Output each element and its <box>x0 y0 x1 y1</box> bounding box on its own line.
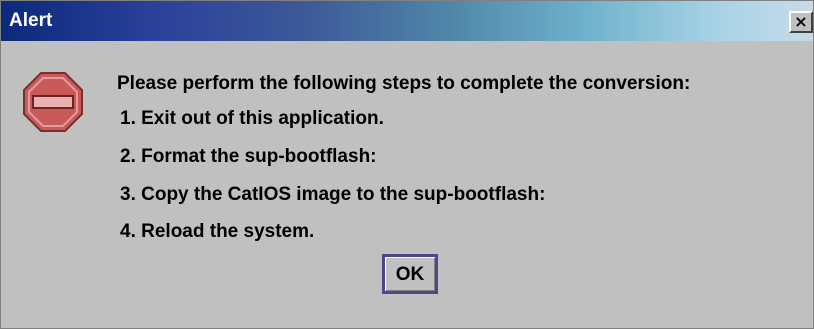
ok-button[interactable]: OK <box>382 254 438 294</box>
alert-dialog: Alert × Please perform the following ste… <box>0 0 814 329</box>
close-button[interactable]: × <box>789 11 813 33</box>
message-line-intro: Please perform the following steps to co… <box>117 73 691 94</box>
message-line-step-3: 3. Copy the CatIOS image to the sup-boot… <box>120 184 546 205</box>
window-title: Alert <box>9 10 53 31</box>
title-bar[interactable]: Alert × <box>1 1 813 41</box>
message-line-step-4: 4. Reload the system. <box>120 221 315 242</box>
stop-icon <box>23 72 83 132</box>
message-line-step-2: 2. Format the sup-bootflash: <box>120 146 377 167</box>
message-line-step-1: 1. Exit out of this application. <box>120 108 384 129</box>
